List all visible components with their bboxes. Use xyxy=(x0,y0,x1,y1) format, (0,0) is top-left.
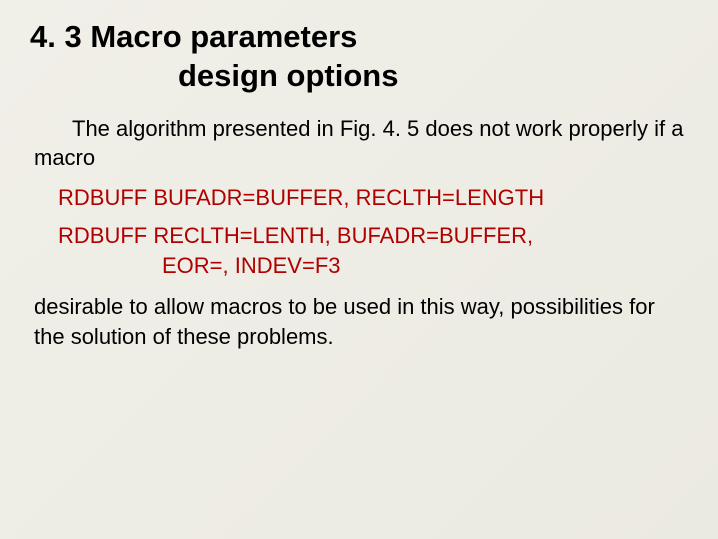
paragraph-conclusion: desirable to allow macros to be used in … xyxy=(30,292,688,351)
macro-example-2-line1: RDBUFF RECLTH=LENTH, BUFADR=BUFFER, xyxy=(58,223,533,248)
paragraph-intro: The algorithm presented in Fig. 4. 5 doe… xyxy=(30,114,688,173)
macro-example-1: RDBUFF BUFADR=BUFFER, RECLTH=LENGTH xyxy=(30,183,688,213)
heading-line-1: 4. 3 Macro parameters xyxy=(30,18,688,57)
macro-example-2: RDBUFF RECLTH=LENTH, BUFADR=BUFFER, EOR=… xyxy=(30,221,688,283)
macro-example-2-line2: EOR=, INDEV=F3 xyxy=(58,251,688,282)
slide-content: 4. 3 Macro parameters design options The… xyxy=(0,0,718,372)
heading-line-2: design options xyxy=(30,57,688,96)
section-heading: 4. 3 Macro parameters design options xyxy=(30,18,688,96)
paragraph-intro-text: The algorithm presented in Fig. 4. 5 doe… xyxy=(34,116,683,171)
